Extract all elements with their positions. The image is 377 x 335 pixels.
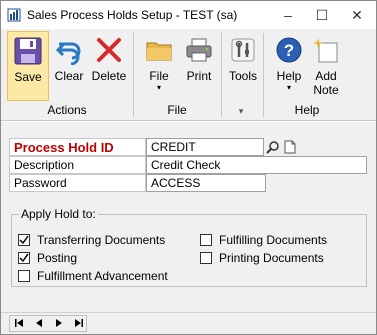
help-question-icon: ? — [272, 31, 306, 69]
clear-button[interactable]: Clear — [51, 31, 87, 101]
checkbox-label: Fulfilling Documents — [219, 233, 328, 247]
checkbox-fulfillment-advancement[interactable]: Fulfillment Advancement — [18, 268, 168, 284]
process-hold-id-label: Process Hold ID — [9, 138, 146, 156]
description-label: Description — [9, 156, 146, 174]
file-label: File — [149, 69, 169, 83]
save-label: Save — [14, 70, 42, 84]
print-button[interactable]: Print — [181, 31, 217, 101]
delete-button[interactable]: Delete — [89, 31, 129, 101]
lookup-magnifier-icon[interactable] — [265, 139, 281, 155]
last-record-icon[interactable] — [73, 317, 85, 329]
file-dropdown-caret: ▾ — [156, 83, 161, 92]
process-hold-id-input[interactable]: CREDIT — [146, 138, 264, 156]
checkbox-transferring-documents[interactable]: Transferring Documents — [18, 232, 165, 248]
delete-label: Delete — [91, 69, 127, 83]
maximize-button[interactable]: ☐ — [305, 1, 339, 29]
checkbox-box[interactable] — [200, 234, 212, 246]
delete-x-icon — [92, 31, 126, 69]
record-navigation-bar — [1, 312, 376, 334]
checkbox-label: Transferring Documents — [37, 233, 166, 247]
close-button[interactable]: ✕ — [340, 1, 374, 29]
checkbox-fulfilling-documents[interactable]: Fulfilling Documents — [200, 232, 327, 248]
password-input[interactable]: ACCESS — [146, 174, 266, 192]
add-note-label-line2: Note — [313, 83, 339, 97]
checkbox-label: Posting — [37, 251, 78, 265]
help-label: Help — [276, 69, 302, 83]
first-record-icon[interactable] — [13, 317, 25, 329]
checkbox-posting[interactable]: Posting — [18, 250, 77, 266]
add-note-icon — [309, 31, 343, 69]
window-title: Sales Process Holds Setup - TEST (sa) — [27, 8, 238, 22]
svg-text:?: ? — [284, 41, 294, 60]
help-dropdown-caret: ▾ — [286, 83, 291, 92]
add-note-label-line1: Add — [315, 69, 337, 83]
checkbox-box[interactable] — [18, 252, 30, 264]
ribbon-group-tools-expander[interactable]: ▾ — [221, 106, 261, 117]
clear-label: Clear — [54, 69, 84, 83]
sales-process-holds-window: Sales Process Holds Setup - TEST (sa) – … — [0, 0, 377, 335]
tools-icon — [226, 31, 260, 69]
ribbon-group-actions: Actions — [47, 103, 87, 117]
help-button[interactable]: ? Help ▾ — [271, 31, 307, 101]
note-page-icon[interactable] — [282, 139, 298, 155]
ribbon-toolbar: Save Clear Delete File ▾ Print Tools ? H… — [1, 29, 376, 121]
file-menu-button[interactable]: File ▾ — [141, 31, 177, 101]
ribbon-group-file: File — [167, 103, 187, 117]
password-label: Password — [9, 174, 146, 192]
add-note-button[interactable]: Add Note — [307, 31, 345, 101]
tools-label: Tools — [228, 69, 257, 83]
save-icon — [11, 32, 45, 70]
title-bar: Sales Process Holds Setup - TEST (sa) – … — [1, 1, 376, 29]
folder-icon — [142, 31, 176, 69]
checkbox-label: Fulfillment Advancement — [37, 269, 168, 283]
next-record-icon[interactable] — [53, 317, 65, 329]
checkbox-box[interactable] — [18, 234, 30, 246]
app-icon — [7, 8, 21, 22]
ribbon-separator — [221, 33, 222, 117]
tools-button[interactable]: Tools — [225, 31, 261, 101]
minimize-button[interactable]: – — [271, 1, 305, 29]
printer-icon — [182, 31, 216, 69]
save-button[interactable]: Save — [7, 31, 49, 101]
checkbox-box[interactable] — [200, 252, 212, 264]
checkbox-box[interactable] — [18, 270, 30, 282]
print-label: Print — [186, 69, 212, 83]
record-navigation — [13, 317, 85, 329]
previous-record-icon[interactable] — [33, 317, 45, 329]
apply-hold-title: Apply Hold to: — [19, 207, 98, 221]
undo-arrow-icon — [52, 31, 86, 69]
checkbox-printing-documents[interactable]: Printing Documents — [200, 250, 324, 266]
checkbox-label: Printing Documents — [219, 251, 324, 265]
ribbon-group-help: Help — [294, 103, 320, 117]
form-area: Process Hold ID CREDIT Description Credi… — [1, 122, 376, 312]
description-input[interactable]: Credit Check — [146, 156, 367, 174]
